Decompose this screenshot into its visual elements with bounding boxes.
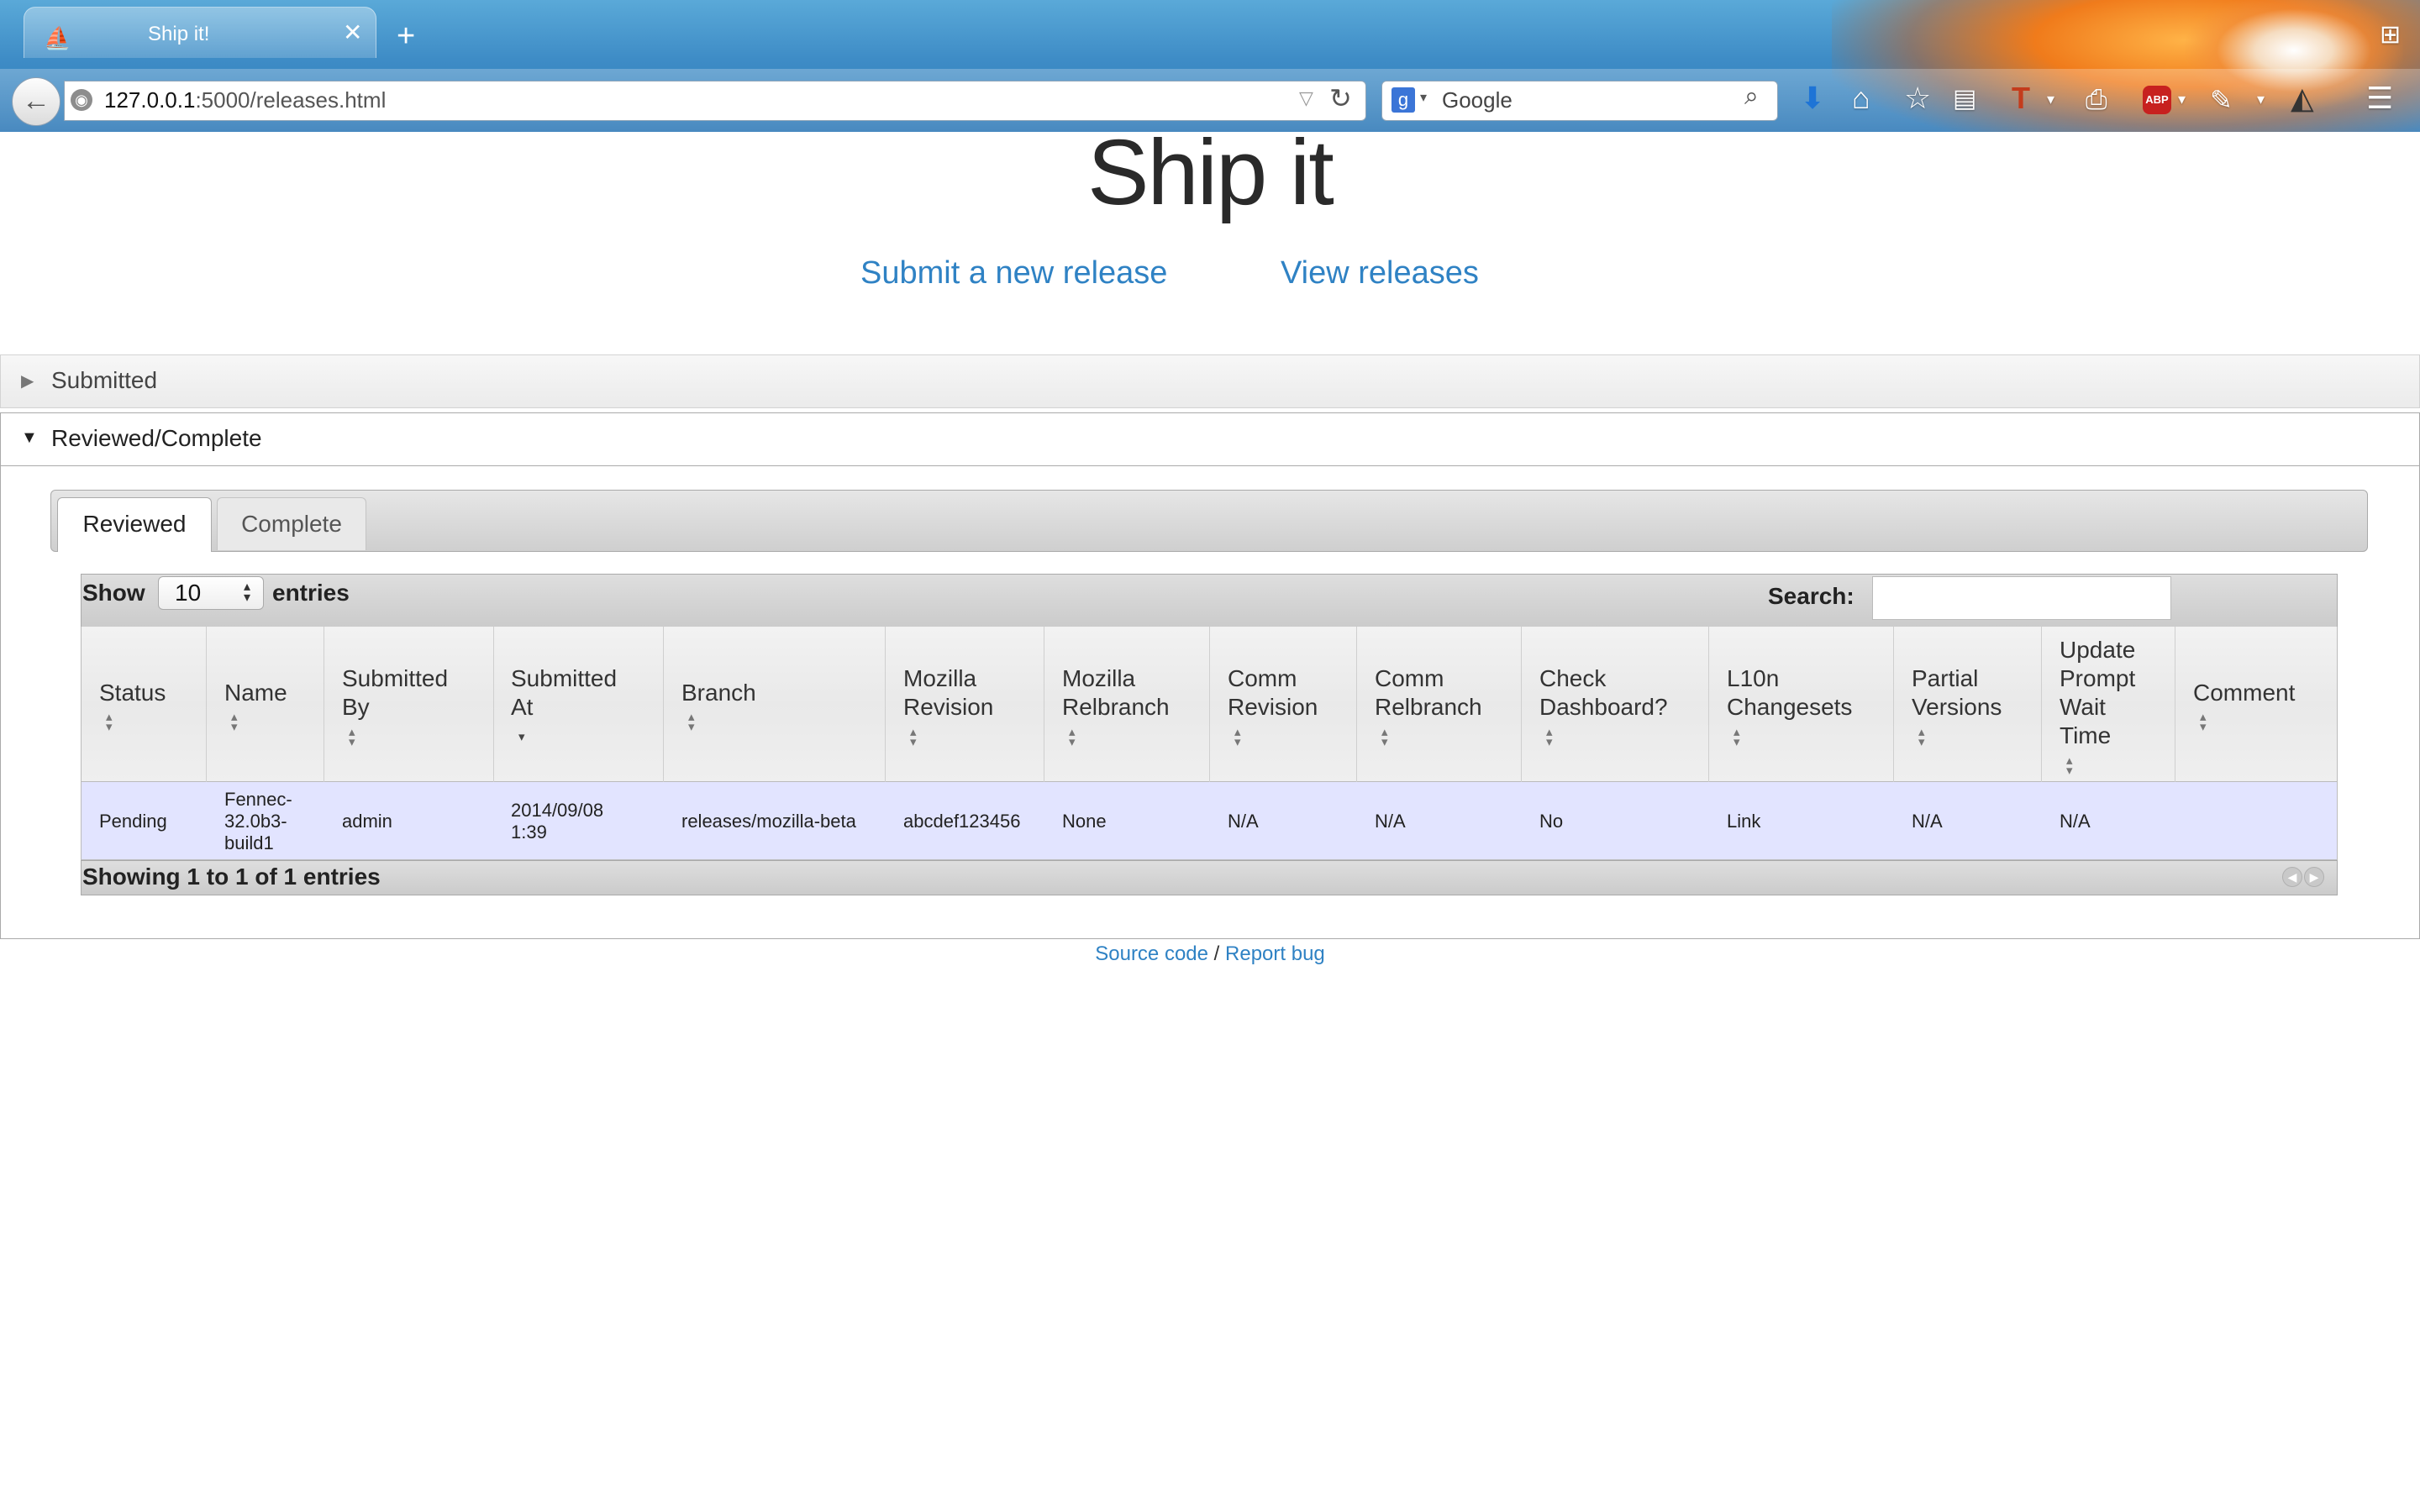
sort-both-icon: ▴ ▾	[1069, 725, 1076, 749]
report-bug-link[interactable]: Report bug	[1225, 942, 1325, 965]
adblock-dropdown-icon[interactable]: ▾	[2178, 91, 2186, 108]
google-engine-icon[interactable]: g	[1392, 87, 1415, 113]
sort-both-icon: ▴ ▾	[106, 710, 113, 734]
page-footer: Source code / Report bug	[0, 942, 2420, 966]
search-label: Search:	[1768, 583, 1854, 609]
url-history-dropdown-icon[interactable]: ▽	[1299, 87, 1313, 109]
tab-complete[interactable]: Complete	[217, 497, 366, 550]
cell-status: Pending	[99, 811, 167, 832]
table-row[interactable]	[81, 782, 2338, 860]
column-header-l10n-changesets[interactable]: L10n Changesets	[1727, 664, 1852, 722]
entries-label: entries	[272, 580, 350, 606]
url-text[interactable]: 127.0.0.1:5000/releases.html	[104, 87, 386, 113]
tools-dropdown-icon[interactable]: ▾	[2257, 91, 2265, 108]
column-header-status[interactable]: Status	[99, 679, 166, 707]
table-info: Showing 1 to 1 of 1 entries	[82, 864, 381, 890]
search-bar[interactable]	[1381, 81, 1778, 121]
page-title: Ship it	[1087, 121, 1334, 224]
sort-both-icon: ▴ ▾	[1918, 725, 1925, 749]
sort-both-icon: ▴ ▾	[1381, 725, 1388, 749]
sort-both-icon: ▴ ▾	[2200, 710, 2207, 734]
cell-comm-relbranch: N/A	[1375, 811, 1406, 832]
search-icon[interactable]: ⌕	[1744, 82, 1759, 111]
cell-branch: releases/mozilla-beta	[681, 811, 856, 832]
column-header-update-prompt-wait-time[interactable]: Update Prompt Wait Time	[2060, 636, 2135, 750]
datatable-footer	[81, 860, 2338, 895]
column-header-name[interactable]: Name	[224, 679, 287, 707]
accordion-label: Submitted	[51, 367, 158, 393]
sort-both-icon: ▴ ▾	[2066, 753, 2073, 778]
cell-comm-revision: N/A	[1228, 811, 1259, 832]
source-code-link[interactable]: Source code	[1095, 942, 1208, 965]
bookmark-star-icon[interactable]: ☆	[1904, 81, 1931, 116]
tools-icon[interactable]: ✎	[2210, 84, 2233, 116]
url-path: :5000/releases.html	[195, 87, 387, 113]
footer-separator: /	[1213, 942, 1220, 965]
sync-icon[interactable]: ◭	[2291, 81, 2314, 116]
cell-check-dashboard: No	[1539, 811, 1564, 832]
ship-favicon-icon: ⛵	[44, 25, 71, 50]
accordion-submitted[interactable]: ▶ Submitted	[0, 354, 2420, 408]
engine-dropdown-icon[interactable]: ▾	[1420, 89, 1427, 106]
cell-l10n-changesets-link[interactable]: Link	[1727, 811, 1760, 832]
accordion-reviewed-complete[interactable]: ▼ Reviewed/Complete	[0, 412, 2420, 466]
tab-reviewed[interactable]: Reviewed	[57, 497, 212, 552]
sort-both-icon: ▴ ▾	[1234, 725, 1241, 749]
cell-update-prompt-wait-time: N/A	[2060, 811, 2091, 832]
column-header-comment[interactable]: Comment	[2193, 679, 2295, 707]
download-icon[interactable]: ⬇	[1800, 81, 1825, 116]
sort-both-icon: ▴ ▾	[349, 725, 355, 749]
sort-both-icon: ▴ ▾	[1546, 725, 1553, 749]
reload-icon[interactable]: ↻	[1329, 82, 1352, 114]
column-header-comm-relbranch[interactable]: Comm Relbranch	[1375, 664, 1482, 722]
caret-down-icon: ▼	[21, 428, 38, 447]
sort-both-icon: ▴ ▾	[910, 725, 917, 749]
url-host: 127.0.0.1	[104, 87, 196, 113]
print-icon[interactable]: ⎙	[2086, 84, 2107, 116]
menu-icon[interactable]: ☰	[2366, 81, 2393, 116]
previous-page-icon[interactable]: ◀	[2282, 867, 2302, 887]
show-label: Show	[82, 580, 145, 606]
cell-name: Fennec- 32.0b3- build1	[224, 789, 292, 853]
addon-icon[interactable]: T	[2012, 81, 2030, 116]
sort-both-icon: ▴ ▾	[231, 710, 238, 734]
accordion-label: Reviewed/Complete	[51, 425, 262, 451]
tab-title: Ship it!	[148, 23, 210, 45]
column-header-check-dashboard[interactable]: Check Dashboard?	[1539, 664, 1668, 722]
addon-dropdown-icon[interactable]: ▾	[2047, 91, 2054, 108]
table-search-input[interactable]	[1872, 576, 2171, 620]
home-icon[interactable]: ⌂	[1852, 81, 1870, 116]
select-updown-icon: ▴ ▾	[244, 580, 251, 605]
sort-both-icon: ▴ ▾	[1733, 725, 1740, 749]
column-header-mozilla-revision[interactable]: Mozilla Revision	[903, 664, 993, 722]
search-bar-placeholder: Google	[1442, 87, 1512, 113]
next-page-icon[interactable]: ▶	[2304, 867, 2324, 887]
sort-both-icon: ▴ ▾	[688, 710, 695, 734]
cell-partial-versions: N/A	[1912, 811, 1943, 832]
cell-submitted-by: admin	[342, 811, 392, 832]
reading-list-icon[interactable]: ▤	[1953, 84, 1976, 113]
cell-mozilla-relbranch: None	[1062, 811, 1107, 832]
site-identity-icon[interactable]: ◉	[71, 89, 92, 111]
tabs-bar	[50, 490, 2368, 552]
close-tab-icon[interactable]: ✕	[343, 18, 362, 46]
cell-submitted-at: 2014/09/08 1:39	[511, 800, 604, 843]
entries-length-value: 10	[175, 580, 202, 606]
nav-view-releases-link[interactable]: View releases	[1281, 255, 1479, 291]
nav-submit-release-link[interactable]: Submit a new release	[860, 255, 1167, 291]
column-header-submitted-at[interactable]: Submitted At	[511, 664, 617, 722]
back-icon: ←	[22, 85, 50, 117]
caret-right-icon: ▶	[21, 372, 34, 391]
sort-desc-icon: ▾	[518, 730, 525, 744]
adblock-icon[interactable]: ABP	[2143, 86, 2171, 114]
tab-groups-icon[interactable]: ⊞	[2380, 20, 2401, 50]
column-header-comm-revision[interactable]: Comm Revision	[1228, 664, 1318, 722]
cell-mozilla-revision: abcdef123456	[903, 811, 1021, 832]
column-header-submitted-by[interactable]: Submitted By	[342, 664, 448, 722]
new-tab-icon[interactable]: +	[397, 20, 415, 52]
column-header-mozilla-relbranch[interactable]: Mozilla Relbranch	[1062, 664, 1170, 722]
column-header-partial-versions[interactable]: Partial Versions	[1912, 664, 2002, 722]
column-header-branch[interactable]: Branch	[681, 679, 756, 707]
